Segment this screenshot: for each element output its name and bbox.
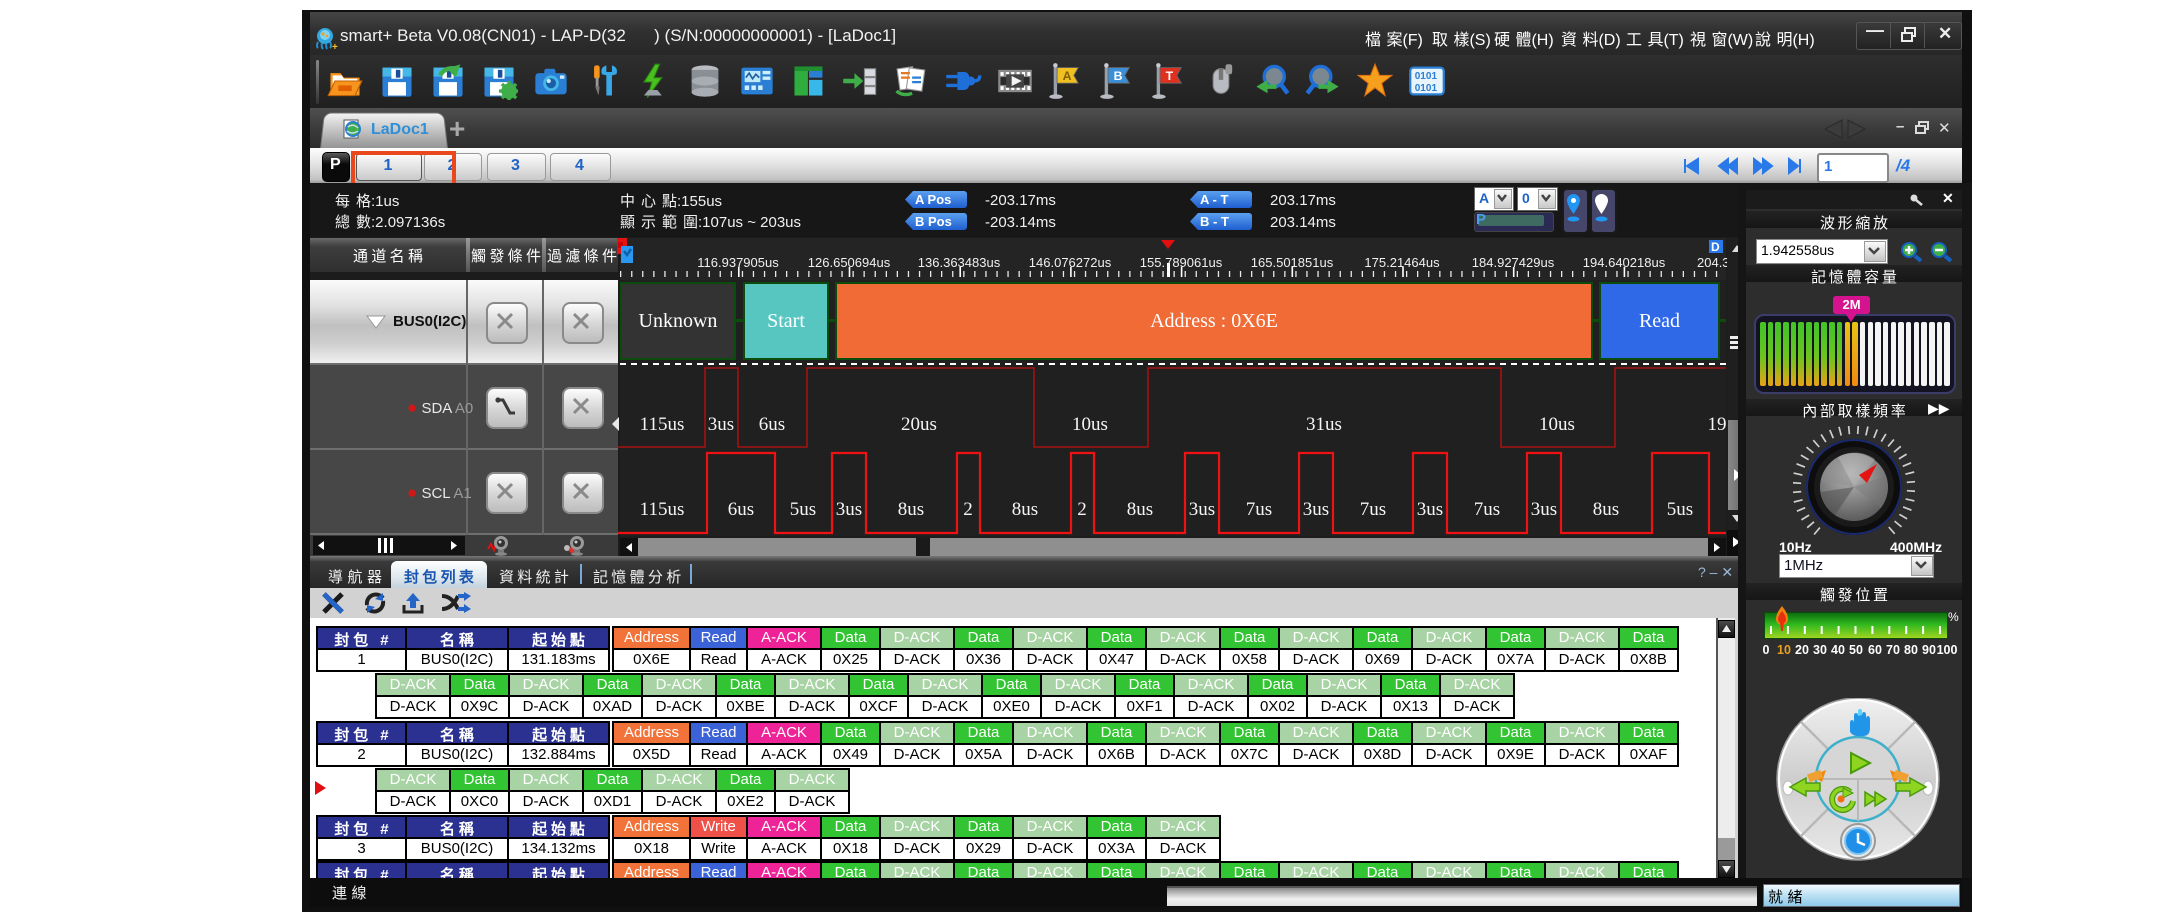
svg-text:0101: 0101 bbox=[1415, 71, 1438, 82]
svg-text:0101: 0101 bbox=[1415, 83, 1438, 94]
svg-text:T: T bbox=[1166, 69, 1174, 83]
svg-text:+: + bbox=[332, 42, 338, 52]
svg-text:A: A bbox=[1063, 69, 1072, 83]
svg-text:B: B bbox=[1114, 69, 1123, 83]
